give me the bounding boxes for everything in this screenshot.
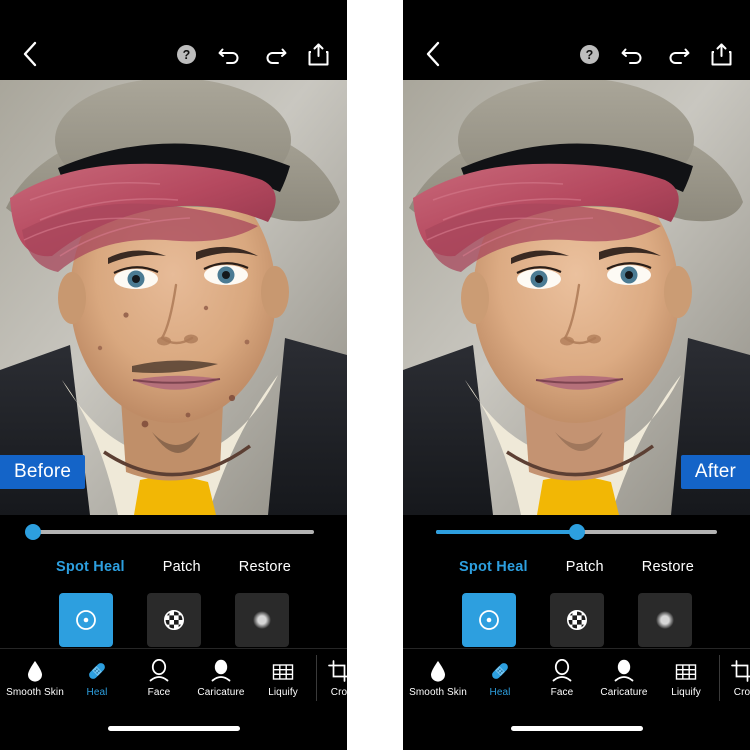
tool-liquify[interactable]: Liquify	[252, 658, 314, 698]
status-bar	[403, 0, 750, 28]
mode-tab-patch[interactable]: Patch	[566, 559, 604, 575]
face-outline-icon	[128, 658, 190, 682]
grid-mesh-icon	[655, 658, 717, 682]
opacity-checker-icon[interactable]	[146, 593, 201, 647]
tool-label: Liquify	[671, 686, 701, 698]
tool-caricature[interactable]: Caricature	[593, 658, 655, 698]
droplet-icon	[407, 658, 469, 682]
feather-soft-dot-icon[interactable]	[637, 593, 692, 647]
top-navigation-bar: ?	[0, 28, 347, 80]
bottom-tool-toolbar: Smooth Skin Heal Face Caricature Liquify…	[403, 648, 750, 706]
crop-icon	[722, 658, 750, 682]
redo-arrow-icon[interactable]	[662, 39, 692, 69]
crop-icon	[319, 658, 347, 682]
share-export-icon[interactable]	[303, 39, 333, 69]
bandage-icon	[66, 658, 128, 682]
chevron-left-icon[interactable]	[14, 39, 44, 69]
mode-tab-spot-heal[interactable]: Spot Heal	[459, 559, 528, 575]
mode-label: Patch	[162, 559, 201, 575]
tool-label: Caricature	[600, 686, 648, 698]
home-indicator-area	[403, 706, 750, 750]
opacity-checker-icon[interactable]	[549, 593, 604, 647]
brush-target-icon[interactable]	[461, 593, 516, 647]
tool-liquify[interactable]: Liquify	[655, 658, 717, 698]
mode-label: Spot Heal	[56, 559, 125, 575]
tool-label: Heal	[86, 686, 108, 698]
home-indicator-bar[interactable]	[107, 725, 240, 731]
share-export-icon[interactable]	[706, 39, 736, 69]
slider-knob[interactable]	[25, 524, 41, 540]
status-bar	[0, 0, 347, 28]
tool-heal[interactable]: Heal	[66, 658, 128, 698]
mode-tab-patch[interactable]: Patch	[163, 559, 201, 575]
tool-crop[interactable]: Cro	[319, 658, 347, 698]
brush-size-slider[interactable]	[25, 524, 314, 540]
bottom-tool-toolbar: Smooth Skin Heal Face Caricature Liquify…	[0, 648, 347, 706]
mode-tab-spot-heal[interactable]: Spot Heal	[56, 559, 125, 575]
tool-label: Liquify	[268, 686, 298, 698]
tool-label: Smooth Skin	[6, 686, 64, 698]
tool-label: Cro	[733, 686, 750, 698]
tool-smooth-skin[interactable]: Smooth Skin	[407, 658, 469, 698]
mode-tab-restore[interactable]: Restore	[642, 559, 694, 575]
svg-text:?: ?	[585, 48, 593, 62]
before-badge-label: Before	[14, 461, 72, 482]
mode-label: Spot Heal	[459, 559, 528, 575]
grid-mesh-icon	[252, 658, 314, 682]
caricature-face-icon	[593, 658, 655, 682]
after-panel: ? After Spot Heal Patch Restore Smooth S…	[403, 0, 750, 750]
tool-label: Face	[147, 686, 171, 698]
heal-mode-tabs: Spot Heal Patch Restore	[0, 549, 347, 581]
brush-target-icon[interactable]	[58, 593, 113, 647]
chevron-left-icon[interactable]	[417, 39, 447, 69]
after-badge-label: After	[694, 461, 736, 482]
mode-label: Restore	[641, 559, 694, 575]
home-indicator-bar[interactable]	[510, 725, 643, 731]
panel-gap	[347, 0, 403, 750]
mode-label: Patch	[565, 559, 604, 575]
slider-fill	[436, 530, 577, 534]
brush-size-slider[interactable]	[436, 524, 717, 540]
help-circle-icon[interactable]: ?	[574, 39, 604, 69]
bandage-icon	[469, 658, 531, 682]
caricature-face-icon	[190, 658, 252, 682]
mode-tab-restore[interactable]: Restore	[239, 559, 291, 575]
tool-face[interactable]: Face	[128, 658, 190, 698]
before-panel: ? Before Spot Heal Patch Restore Smooth …	[0, 0, 347, 750]
svg-text:?: ?	[182, 48, 190, 62]
toolbar-divider	[316, 654, 317, 701]
tool-smooth-skin[interactable]: Smooth Skin	[4, 658, 66, 698]
tool-label: Smooth Skin	[409, 686, 467, 698]
tool-crop[interactable]: Cro	[722, 658, 750, 698]
mode-label: Restore	[238, 559, 291, 575]
after-photo[interactable]: After	[403, 80, 750, 515]
before-photo[interactable]: Before	[0, 80, 347, 515]
undo-arrow-icon[interactable]	[618, 39, 648, 69]
undo-arrow-icon[interactable]	[215, 39, 245, 69]
heal-mode-tabs: Spot Heal Patch Restore	[403, 549, 750, 581]
tool-heal[interactable]: Heal	[469, 658, 531, 698]
tool-face[interactable]: Face	[531, 658, 593, 698]
after-badge: After	[680, 455, 750, 489]
toolbar-divider	[719, 654, 720, 701]
slider-knob[interactable]	[568, 524, 585, 540]
tool-label: Face	[550, 686, 574, 698]
tool-label: Heal	[489, 686, 511, 698]
redo-arrow-icon[interactable]	[259, 39, 289, 69]
tool-caricature[interactable]: Caricature	[190, 658, 252, 698]
tool-label: Caricature	[197, 686, 245, 698]
home-indicator-area	[0, 706, 347, 750]
droplet-icon	[4, 658, 66, 682]
after-slider-row	[403, 515, 750, 549]
tool-label: Cro	[330, 686, 347, 698]
top-navigation-bar: ?	[403, 28, 750, 80]
help-circle-icon[interactable]: ?	[171, 39, 201, 69]
face-outline-icon	[531, 658, 593, 682]
comparison-stage: ? Before Spot Heal Patch Restore Smooth …	[0, 0, 750, 750]
before-badge: Before	[0, 455, 86, 489]
feather-soft-dot-icon[interactable]	[234, 593, 289, 647]
before-slider-row	[0, 515, 347, 549]
